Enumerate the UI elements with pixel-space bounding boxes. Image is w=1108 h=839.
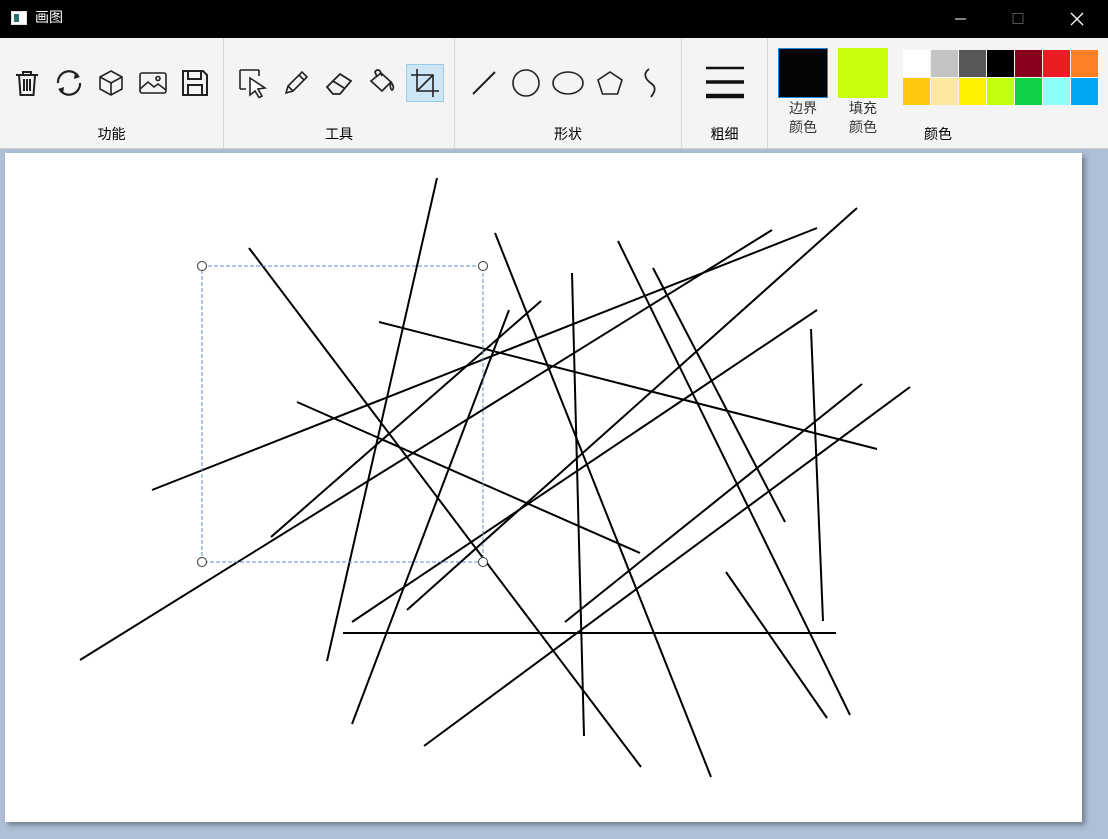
functions-group-label: 功能 [97,127,126,143]
rotate-icon [56,70,82,96]
fill-color-swatch[interactable] [838,48,888,98]
3d-cube-icon [99,70,123,96]
minimize-button[interactable] [931,0,989,38]
selection-handle [197,557,207,567]
3d-button[interactable] [92,64,130,102]
maximize-button[interactable] [989,0,1047,38]
maximize-icon [1012,13,1024,24]
palette-color-swatch[interactable] [1015,78,1042,105]
pentagon-icon [597,71,623,95]
curve-icon [644,68,656,98]
window-title: 画图 [35,10,63,26]
drawn-line [725,571,828,719]
thickness-button[interactable] [700,58,750,108]
drawn-line [270,300,542,538]
palette-color-swatch[interactable] [931,78,958,105]
drawn-line [326,177,438,662]
fill-tool[interactable] [363,64,401,102]
crop-icon [411,69,439,97]
paint-bucket-icon [369,69,395,93]
border-color-label: 边界 颜色 [789,101,817,136]
drawn-line [351,309,818,623]
palette-color-swatch[interactable] [1043,78,1070,105]
palette-color-swatch[interactable] [959,78,986,105]
selection-handle [478,557,488,567]
palette-color-swatch[interactable] [1071,78,1098,105]
trash-icon [16,71,38,96]
eraser-icon [325,72,353,95]
save-icon [182,70,208,96]
minimize-icon [955,18,966,20]
crop-tool[interactable] [406,64,444,102]
border-color-swatch[interactable] [778,48,828,98]
palette-color-swatch[interactable] [931,50,958,77]
drawing-canvas[interactable] [5,153,1082,822]
functions-group: 功能 [0,38,224,148]
palette-color-swatch[interactable] [903,78,930,105]
line-thickness-icon [706,66,744,99]
title-bar: 画图 [0,0,1108,38]
pencil-tool[interactable] [277,64,315,102]
drawn-line [652,267,786,523]
clear-button[interactable] [8,64,46,102]
palette-color-swatch[interactable] [903,50,930,77]
polygon-shape-button[interactable] [591,64,629,102]
insert-image-button[interactable] [134,64,172,102]
shapes-group: 形状 [455,38,682,148]
close-icon [1070,12,1084,26]
palette-color-swatch[interactable] [1043,50,1070,77]
tools-group: 工具 [224,38,455,148]
line-icon [472,71,496,95]
close-button[interactable] [1048,0,1106,38]
rotate-button[interactable] [50,64,88,102]
line-shape-button[interactable] [465,64,503,102]
curve-shape-button[interactable] [632,64,670,102]
app-icon [11,11,27,25]
palette-color-swatch[interactable] [987,78,1014,105]
image-icon [139,72,167,94]
select-cursor-icon [239,69,268,99]
thickness-group-label: 粗细 [710,127,739,143]
drawn-line [810,328,824,622]
palette-color-swatch[interactable] [1071,50,1098,77]
ribbon-toolbar: 功能 工具 形状 粗细 边界 颜色 填充 颜色 颜色 [0,38,1108,149]
canvas-drawing [79,177,911,778]
thickness-group: 粗细 [682,38,768,148]
palette-color-swatch[interactable] [987,50,1014,77]
circle-shape-button[interactable] [507,64,545,102]
fill-color-label: 填充 颜色 [849,101,877,136]
shapes-group-label: 形状 [554,127,582,143]
ellipse-icon [552,71,584,95]
drawn-line [423,386,911,747]
colors-group-label: 颜色 [924,127,952,143]
drawn-line [571,272,585,737]
selection-handle [197,261,207,271]
pencil-icon [284,70,309,95]
circle-icon [512,69,540,97]
save-button[interactable] [176,64,214,102]
select-tool[interactable] [234,64,272,102]
drawn-line [79,229,773,661]
selection-handle [478,261,488,271]
drawn-line [378,321,878,450]
palette-color-swatch[interactable] [959,50,986,77]
eraser-tool[interactable] [320,64,358,102]
drawn-line [296,401,641,554]
palette-color-swatch[interactable] [1015,50,1042,77]
ellipse-shape-button[interactable] [549,64,587,102]
tools-group-label: 工具 [325,127,353,143]
drawn-line [351,309,510,725]
